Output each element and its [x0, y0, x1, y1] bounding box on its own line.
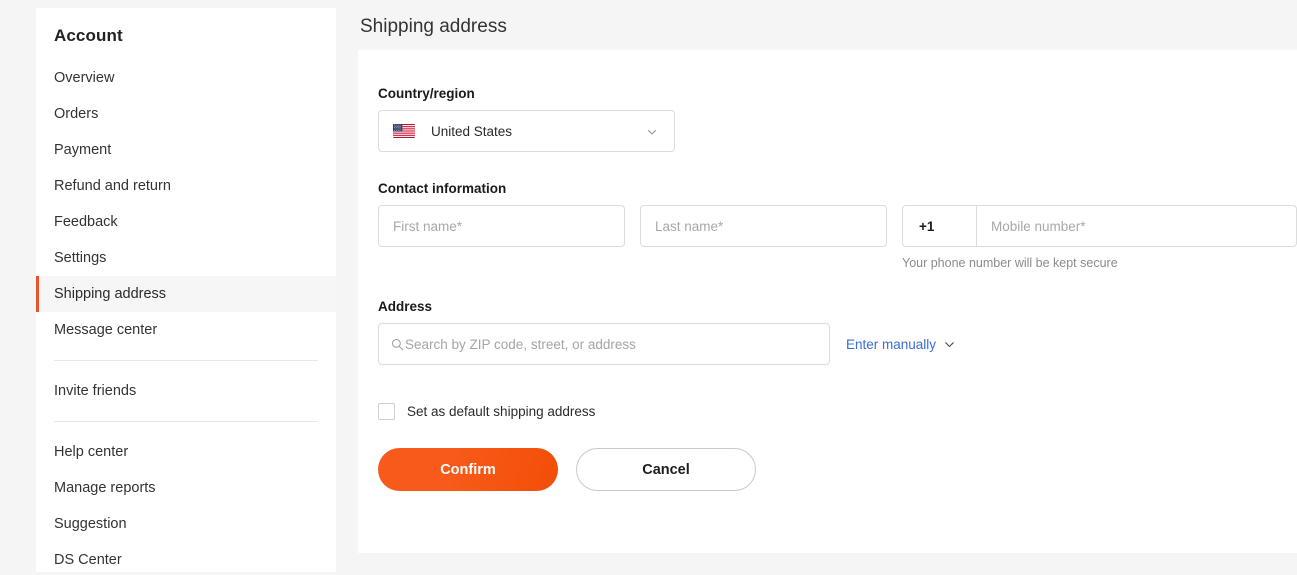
chevron-down-icon [943, 338, 956, 351]
sidebar-item-label: DS Center [54, 552, 122, 568]
address-row: Enter manually [378, 323, 1297, 365]
sidebar-item-payment[interactable]: Payment [36, 132, 336, 168]
set-default-checkbox[interactable] [378, 403, 395, 420]
sidebar-item-ds-center[interactable]: DS Center [36, 542, 336, 575]
shipping-address-page: Account Overview Orders Payment Refund a… [0, 0, 1297, 575]
address-search-input[interactable] [405, 336, 817, 352]
sidebar-item-label: Refund and return [54, 178, 171, 194]
main-content: Shipping address Country/region United S… [358, 0, 1297, 575]
enter-manually-link[interactable]: Enter manually [846, 337, 956, 352]
set-default-label: Set as default shipping address [407, 404, 596, 419]
sidebar-item-label: Payment [54, 142, 112, 158]
sidebar-item-manage-reports[interactable]: Manage reports [36, 470, 336, 506]
country-code-value: +1 [919, 218, 935, 234]
enter-manually-label: Enter manually [846, 336, 937, 352]
sidebar-group-invite: Invite friends [36, 373, 336, 409]
chevron-down-icon [646, 125, 658, 137]
country-region-label: Country/region [378, 86, 475, 101]
sidebar-item-label: Help center [54, 444, 129, 460]
sidebar-item-feedback[interactable]: Feedback [36, 204, 336, 240]
set-default-shipping-address-row[interactable]: Set as default shipping address [378, 403, 1297, 420]
sidebar-divider [54, 421, 318, 422]
sidebar-divider [54, 360, 318, 361]
sidebar-item-label: Feedback [54, 214, 118, 230]
sidebar-item-invite-friends[interactable]: Invite friends [36, 373, 336, 409]
cancel-button[interactable]: Cancel [576, 448, 756, 491]
phone-security-note: Your phone number will be kept secure [902, 256, 1118, 270]
sidebar-item-label: Message center [54, 322, 158, 338]
sidebar-group-account: Overview Orders Payment Refund and retur… [36, 60, 336, 348]
last-name-input[interactable] [640, 205, 887, 247]
mobile-number-input[interactable] [977, 205, 1297, 247]
sidebar-item-settings[interactable]: Settings [36, 240, 336, 276]
form-actions: Confirm Cancel [378, 448, 1297, 491]
sidebar-item-label: Manage reports [54, 480, 156, 496]
sidebar-item-label: Overview [54, 70, 115, 86]
address-search-box[interactable] [378, 323, 830, 365]
country-code-selector[interactable]: +1 [902, 205, 977, 247]
sidebar-title: Account [54, 26, 123, 45]
contact-information-label: Contact information [378, 181, 507, 196]
contact-information-row: +1 Your phone number will be kept secure [378, 205, 1297, 270]
shipping-address-form-card: Country/region United States Contact inf… [358, 50, 1297, 553]
address-label: Address [378, 299, 433, 314]
sidebar-item-message-center[interactable]: Message center [36, 312, 336, 348]
sidebar-item-label: Orders [54, 106, 99, 122]
sidebar-item-label: Shipping address [54, 286, 167, 302]
country-region-select[interactable]: United States [378, 110, 675, 152]
sidebar-item-orders[interactable]: Orders [36, 96, 336, 132]
account-sidebar: Account Overview Orders Payment Refund a… [36, 8, 336, 572]
sidebar-item-label: Settings [54, 250, 107, 266]
confirm-button[interactable]: Confirm [378, 448, 558, 491]
first-name-input[interactable] [378, 205, 625, 247]
us-flag-icon [393, 124, 415, 138]
sidebar-item-label: Invite friends [54, 383, 137, 399]
country-region-value: United States [431, 123, 513, 139]
sidebar-item-refund-and-return[interactable]: Refund and return [36, 168, 336, 204]
phone-row: +1 [902, 205, 1297, 247]
sidebar-item-label: Suggestion [54, 516, 127, 532]
sidebar-item-overview[interactable]: Overview [36, 60, 336, 96]
search-icon [391, 338, 404, 351]
page-title: Shipping address [360, 16, 507, 37]
sidebar-group-support: Help center Manage reports Suggestion DS… [36, 434, 336, 575]
phone-field-group: +1 Your phone number will be kept secure [902, 205, 1297, 270]
sidebar-item-shipping-address[interactable]: Shipping address [36, 276, 336, 312]
sidebar-item-help-center[interactable]: Help center [36, 434, 336, 470]
sidebar-item-suggestion[interactable]: Suggestion [36, 506, 336, 542]
